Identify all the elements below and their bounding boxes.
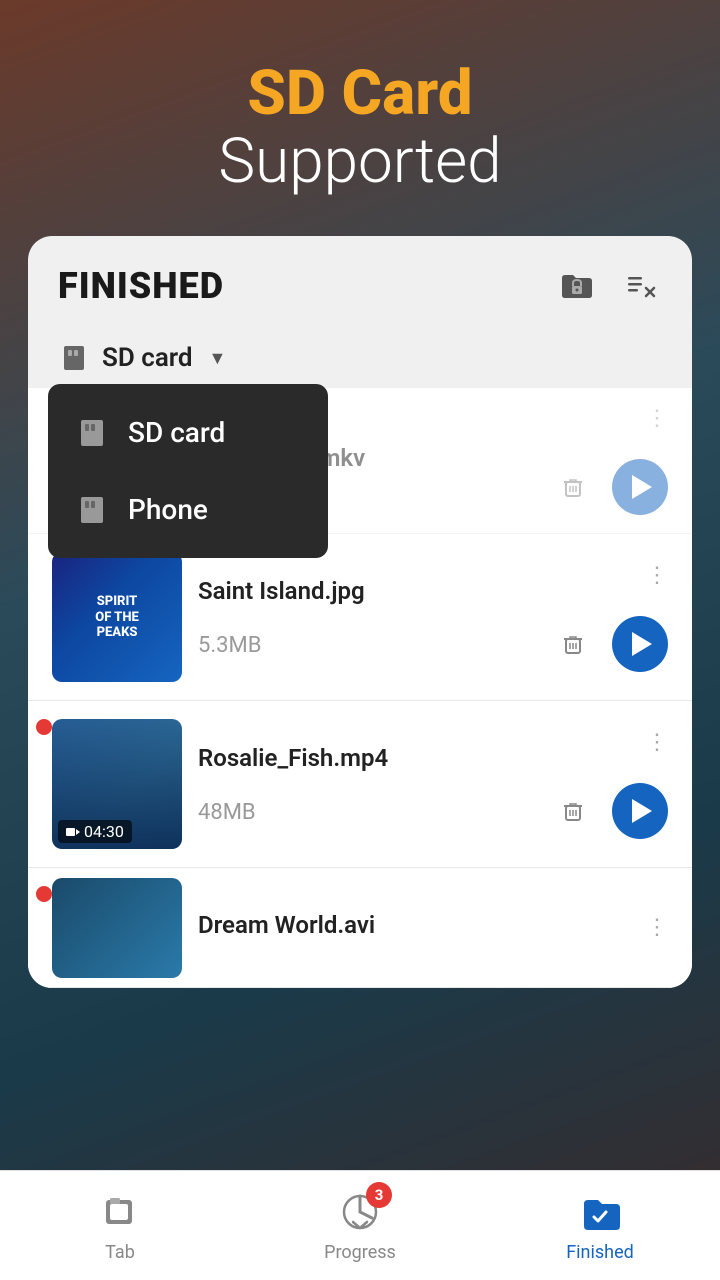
folder-lock-icon <box>558 268 594 304</box>
dropdown-phone-item[interactable]: Phone <box>48 471 328 548</box>
tab-item-progress[interactable]: 3 Progress <box>240 1188 480 1263</box>
file-name-4: Dream World.avi <box>198 911 630 939</box>
dropdown-phone-icon <box>76 494 108 526</box>
file-item-2: SPIRITOF THEPEAKS Saint Island.jpg 5.3MB… <box>28 534 692 701</box>
video-icon-3 <box>66 827 80 837</box>
card-header: FINISHED <box>28 264 692 328</box>
tab-label-progress: Progress <box>324 1242 396 1263</box>
storage-selector[interactable]: SD card ▼ SD card Phone <box>28 328 692 388</box>
more-icon-1[interactable]: ⋮ <box>646 406 668 431</box>
action-row-1 <box>550 459 668 515</box>
play-button-1[interactable] <box>612 459 668 515</box>
progress-badge: 3 <box>366 1182 392 1208</box>
dropdown-sdcard-icon <box>76 417 108 449</box>
file-actions-4: ⋮ <box>646 915 668 940</box>
file-actions-2: ⋮ <box>550 563 668 672</box>
delete-button-3[interactable] <box>550 788 596 834</box>
tab-bar: Tab 3 Progress Finished <box>0 1170 720 1280</box>
header-sdcard-label: SD Card <box>20 60 700 128</box>
action-row-3 <box>550 783 668 839</box>
file-name-2: Saint Island.jpg <box>198 577 534 605</box>
file-thumb-3: 04:30 <box>52 719 182 849</box>
tab-icon-finished <box>576 1188 624 1236</box>
file-size-3: 48MB <box>198 800 534 825</box>
thumb-text-2: SPIRITOF THEPEAKS <box>85 584 149 651</box>
trash-icon-2 <box>558 629 588 659</box>
file-thumb-4 <box>52 878 182 978</box>
main-card: FINISHED <box>28 236 692 988</box>
finished-svg-icon <box>578 1190 622 1234</box>
sdcard-selector-icon <box>58 342 90 374</box>
file-item-4: Dream World.avi ⋮ <box>28 868 692 988</box>
trash-icon-3 <box>558 796 588 826</box>
file-name-3: Rosalie_Fish.mp4 <box>198 744 534 772</box>
delete-button-1[interactable] <box>550 464 596 510</box>
tab-svg-icon <box>100 1192 140 1232</box>
storage-label: SD card <box>102 343 193 373</box>
action-row-2 <box>550 616 668 672</box>
tab-icon-progress: 3 <box>336 1188 384 1236</box>
delete-button-2[interactable] <box>550 621 596 667</box>
dropdown-phone-label: Phone <box>128 493 208 526</box>
play-triangle-3 <box>632 799 652 823</box>
file-actions-1: ⋮ <box>550 406 668 515</box>
tab-item-tab[interactable]: Tab <box>0 1188 240 1263</box>
play-button-3[interactable] <box>612 783 668 839</box>
file-item-3: 04:30 Rosalie_Fish.mp4 48MB ⋮ <box>28 701 692 868</box>
dropdown-sdcard-item[interactable]: SD card <box>48 394 328 471</box>
file-size-2: 5.3MB <box>198 633 534 658</box>
card-title: FINISHED <box>58 265 224 307</box>
tab-item-finished[interactable]: Finished <box>480 1188 720 1263</box>
storage-dropdown: SD card Phone <box>48 384 328 558</box>
file-info-2: Saint Island.jpg 5.3MB <box>198 573 534 662</box>
header-supported-label: Supported <box>20 128 700 196</box>
file-info-4: Dream World.avi <box>198 907 630 949</box>
file-thumb-2: SPIRITOF THEPEAKS <box>52 552 182 682</box>
card-icons <box>554 264 662 308</box>
tab-label-tab: Tab <box>105 1242 135 1263</box>
thumb-overlay-3: 04:30 <box>52 719 182 849</box>
delete-list-icon <box>622 268 658 304</box>
dropdown-sdcard-label: SD card <box>128 416 225 449</box>
file-info-3: Rosalie_Fish.mp4 48MB <box>198 740 534 829</box>
delete-list-button[interactable] <box>618 264 662 308</box>
header: SD Card Supported <box>0 0 720 236</box>
trash-icon-1 <box>558 472 588 502</box>
file-item-dot-3 <box>36 719 52 735</box>
more-icon-4[interactable]: ⋮ <box>646 915 668 940</box>
storage-chevron-icon: ▼ <box>209 348 227 369</box>
play-triangle-2 <box>632 632 652 656</box>
thumb-duration-3: 04:30 <box>58 820 132 843</box>
play-button-2[interactable] <box>612 616 668 672</box>
tab-label-finished: Finished <box>566 1242 634 1263</box>
more-icon-2[interactable]: ⋮ <box>646 563 668 588</box>
folder-lock-button[interactable] <box>554 264 598 308</box>
tab-icon-tab <box>96 1188 144 1236</box>
file-item-dot-4 <box>36 886 52 902</box>
play-triangle-1 <box>632 475 652 499</box>
more-icon-3[interactable]: ⋮ <box>646 730 668 755</box>
file-actions-3: ⋮ <box>550 730 668 839</box>
